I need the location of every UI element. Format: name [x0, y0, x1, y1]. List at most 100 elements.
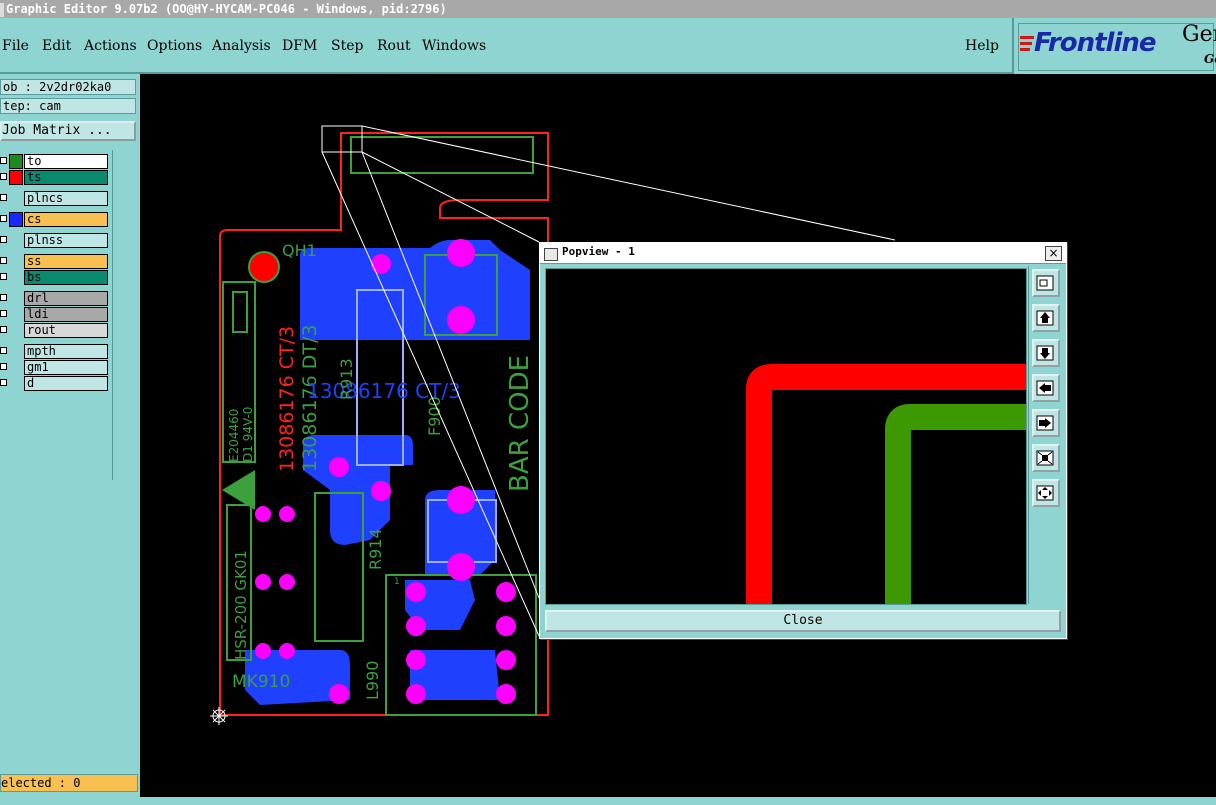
label-mk910: MK910 — [232, 672, 290, 692]
zoom-out-icon — [1036, 450, 1054, 466]
layer-checkbox[interactable] — [0, 173, 7, 180]
layer-name: plncs — [24, 191, 108, 206]
qh1-pad — [248, 251, 280, 283]
layer-checkbox[interactable] — [0, 157, 7, 164]
layer-checkbox[interactable] — [0, 236, 7, 243]
label-l990: L990 — [363, 661, 382, 700]
menu-actions[interactable]: Actions — [84, 38, 137, 54]
layer-row-ss[interactable]: ss — [0, 254, 110, 269]
pan-down-button[interactable] — [1032, 339, 1060, 367]
layer-row-ts[interactable]: ts — [0, 170, 110, 185]
layer-row-to[interactable]: to — [0, 154, 110, 169]
layer-row-rout[interactable]: rout — [0, 323, 110, 338]
layer-color-swatch — [9, 270, 23, 285]
window-title: Graphic Editor 9.07b2 (OO@HY-HYCAM-PC046… — [6, 2, 447, 16]
pan-left-icon — [1036, 380, 1054, 396]
layer-color-swatch — [9, 212, 23, 227]
pan-left-button[interactable] — [1032, 374, 1060, 402]
layer-name: plnss — [24, 233, 108, 248]
menu-help[interactable]: Help — [965, 38, 999, 54]
label-pin-one: 1 — [394, 577, 400, 587]
layer-row-plncs[interactable]: plncs — [0, 191, 110, 206]
menu-rout[interactable]: Rout — [377, 38, 411, 54]
label-hsr: HSR-200 GK01 — [232, 550, 250, 660]
layer-name: mpth — [24, 344, 108, 359]
layer-checkbox[interactable] — [0, 273, 7, 280]
menu-dfm[interactable]: DFM — [282, 38, 317, 54]
layer-list: to ts plncs cs plnss ss bs drl ldi rout … — [0, 150, 113, 480]
layer-name: bs — [24, 270, 108, 285]
layer-checkbox[interactable] — [0, 194, 7, 201]
pan-up-button[interactable] — [1032, 304, 1060, 332]
menu-file[interactable]: File — [2, 38, 29, 54]
pan-right-icon — [1036, 415, 1054, 431]
layer-row-d[interactable]: d — [0, 376, 110, 391]
layer-checkbox[interactable] — [0, 215, 7, 222]
popview-window-icon — [544, 248, 558, 261]
label-d1: D1 94V-0 — [241, 407, 255, 462]
menu-analysis[interactable]: Analysis — [212, 38, 271, 54]
layer-color-swatch — [9, 307, 23, 322]
selected-count: elected : 0 — [0, 774, 138, 792]
window-title-bar: Graphic Editor 9.07b2 (OO@HY-HYCAM-PC046… — [0, 0, 1216, 18]
zoom-in-button[interactable] — [1032, 479, 1060, 507]
label-r914: R914 — [366, 528, 385, 570]
popview-window[interactable]: Popview - 1 × Close — [539, 242, 1067, 639]
layer-row-plnss[interactable]: plnss — [0, 233, 110, 248]
layer-checkbox[interactable] — [0, 257, 7, 264]
label-barcode: BAR CODE — [505, 355, 535, 492]
window-icon — [0, 2, 4, 17]
layer-color-swatch — [9, 291, 23, 306]
layer-checkbox[interactable] — [0, 379, 7, 386]
close-icon[interactable]: × — [1045, 246, 1062, 261]
pan-down-icon — [1036, 345, 1054, 361]
label-qh1: QH1 — [282, 241, 317, 260]
job-matrix-button[interactable]: Job Matrix ... — [0, 121, 136, 141]
logo-gen: Ger — [1182, 22, 1216, 47]
layer-checkbox[interactable] — [0, 326, 7, 333]
layer-name: rout — [24, 323, 108, 338]
layer-checkbox[interactable] — [0, 310, 7, 317]
popview-title-bar[interactable]: Popview - 1 × — [540, 243, 1066, 264]
pan-right-button[interactable] — [1032, 409, 1060, 437]
layer-row-mpth[interactable]: mpth — [0, 344, 110, 359]
layer-row-ldi[interactable]: ldi — [0, 307, 110, 322]
layer-row-gm1[interactable]: gm1 — [0, 360, 110, 375]
layer-checkbox[interactable] — [0, 363, 7, 370]
layer-color-swatch — [9, 344, 23, 359]
popview-title: Popview - 1 — [562, 245, 635, 258]
layer-color-swatch — [9, 323, 23, 338]
layer-row-drl[interactable]: drl — [0, 291, 110, 306]
menu-bar: File Edit Actions Options Analysis DFM S… — [0, 18, 1012, 74]
layer-color-swatch — [9, 376, 23, 391]
layer-row-cs[interactable]: cs — [0, 212, 110, 227]
zoom-out-button[interactable] — [1032, 444, 1060, 472]
zoom-fit-icon — [1036, 275, 1054, 291]
label-e204460: E204460 — [227, 409, 241, 462]
menu-windows[interactable]: Windows — [422, 38, 486, 54]
popview-toolbar — [1028, 266, 1063, 604]
layer-checkbox[interactable] — [0, 294, 7, 301]
step-field: tep: cam — [0, 98, 136, 114]
job-field: ob : 2v2dr02ka0 — [0, 79, 136, 95]
logo-gen-sub: Ge — [1204, 52, 1216, 66]
layer-name: cs — [24, 212, 108, 227]
popview-drawing — [746, 364, 1026, 604]
layer-name: gm1 — [24, 360, 108, 375]
left-panel: ob : 2v2dr02ka0 tep: cam Job Matrix ... … — [0, 74, 140, 805]
layer-name: drl — [24, 291, 108, 306]
close-button[interactable]: Close — [545, 610, 1061, 632]
menu-edit[interactable]: Edit — [42, 38, 71, 54]
layer-color-swatch — [9, 191, 23, 206]
layer-name: to — [24, 154, 108, 169]
zoom-fit-button[interactable] — [1032, 269, 1060, 297]
layer-name: d — [24, 376, 108, 391]
popview-viewport[interactable] — [545, 268, 1027, 605]
layer-checkbox[interactable] — [0, 347, 7, 354]
menu-options[interactable]: Options — [147, 38, 202, 54]
label-r913: R913 — [337, 358, 356, 400]
layer-row-bs[interactable]: bs — [0, 270, 110, 285]
layer-color-swatch — [9, 170, 23, 185]
menu-step[interactable]: Step — [331, 38, 363, 54]
origin-marker-icon — [210, 707, 228, 725]
